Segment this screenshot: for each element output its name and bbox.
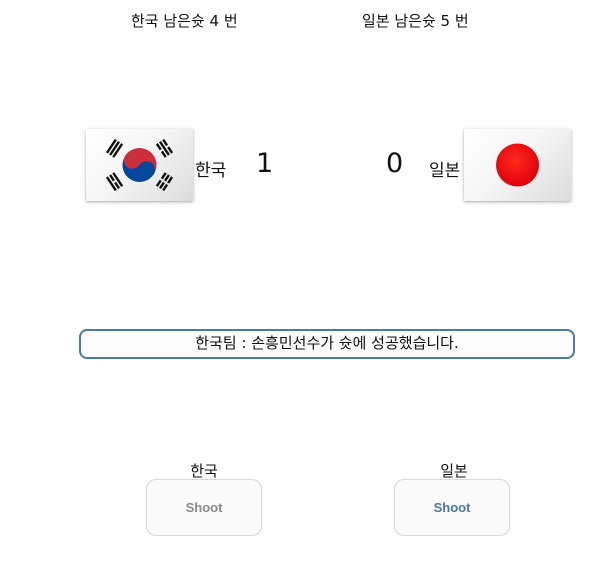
japan-score: 0 <box>386 148 404 179</box>
japan-control-label: 일본 <box>440 462 468 480</box>
japan-team-name: 일본 <box>429 161 461 181</box>
japan-shots-left: 일본 남은슛 5 번 <box>362 12 469 30</box>
korea-control-label: 한국 <box>190 462 218 480</box>
japan-flag-icon <box>464 129 571 201</box>
korea-shoot-button[interactable]: Shoot <box>146 479 262 536</box>
korea-score: 1 <box>256 148 274 179</box>
korea-shots-left: 한국 남은슛 4 번 <box>131 12 238 30</box>
game-message: 한국팀 : 손흥민선수가 슛에 성공했습니다. <box>79 329 575 359</box>
japan-shoot-button[interactable]: Shoot <box>394 479 510 536</box>
korea-team-name: 한국 <box>195 161 227 181</box>
korea-flag-icon <box>86 129 193 201</box>
